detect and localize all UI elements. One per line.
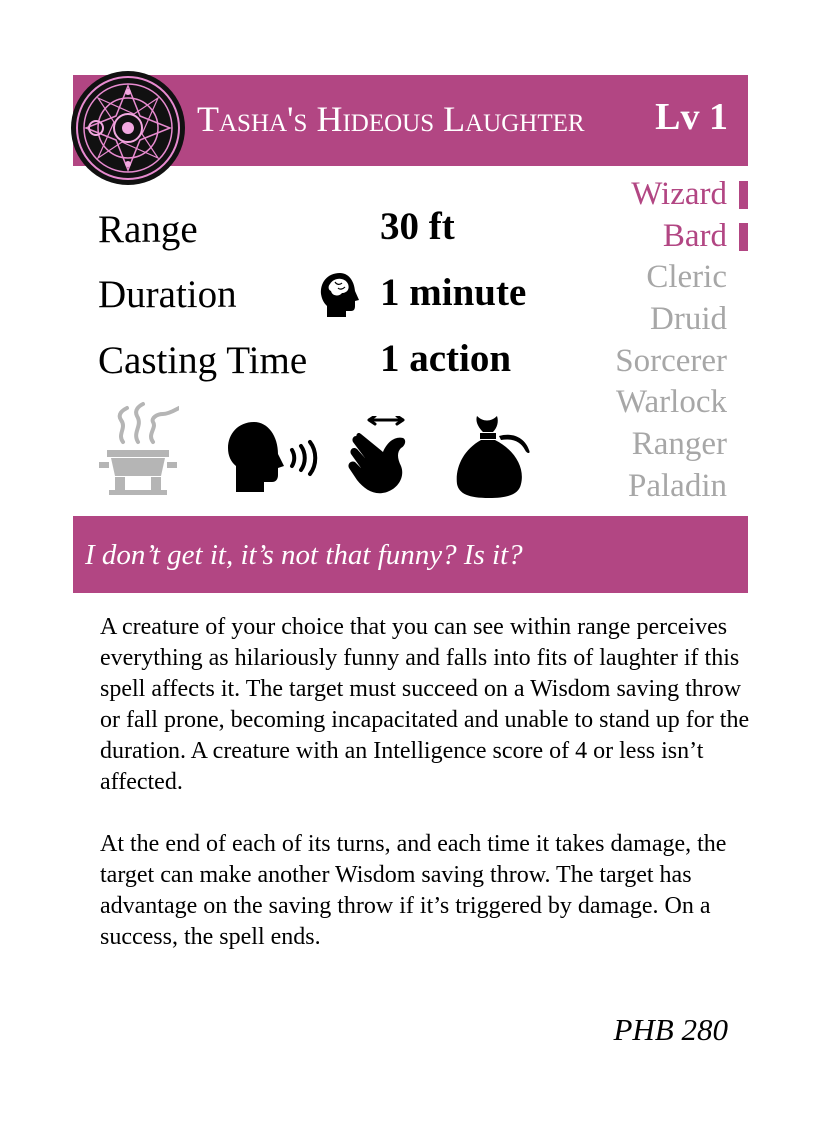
- somatic-hand-gesture-icon: [348, 416, 406, 494]
- class-cleric: Cleric: [646, 259, 727, 296]
- description-paragraph: At the end of each of its turns, and eac…: [100, 831, 727, 950]
- class-marker-bard: [739, 223, 748, 251]
- duration-label: Duration: [98, 273, 237, 316]
- description-paragraph: A creature of your choice that you can s…: [100, 614, 750, 795]
- range-label: Range: [98, 208, 198, 251]
- concentration-head-icon: [320, 273, 359, 317]
- class-paladin: Paladin: [628, 467, 727, 504]
- spell-name: Tasha's Hideous Laughter: [197, 99, 585, 139]
- ritual-brazier-icon: [99, 402, 179, 495]
- range-value: 30 ft: [380, 205, 455, 248]
- source-reference: PHB 280: [613, 1012, 728, 1047]
- flavor-text: I don’t get it, it’s not that funny? Is …: [85, 539, 523, 571]
- class-bard: Bard: [662, 217, 727, 254]
- class-wizard: Wizard: [631, 176, 727, 212]
- class-druid: Druid: [650, 301, 727, 338]
- class-ranger: Ranger: [631, 426, 727, 463]
- enchantment-school-emblem-icon: [71, 71, 185, 185]
- class-marker-wizard: [739, 181, 748, 209]
- spell-level: Lv 1: [655, 96, 728, 138]
- spell-description: A creature of your choice that you can s…: [100, 612, 760, 984]
- class-sorcerer: Sorcerer: [615, 342, 727, 379]
- class-list: Wizard Bard Cleric Druid Sorcerer Warloc…: [615, 174, 727, 508]
- duration-value: 1 minute: [380, 271, 527, 314]
- verbal-speaking-head-icon: [228, 422, 318, 492]
- class-warlock: Warlock: [616, 384, 727, 421]
- material-pouch-icon: [456, 416, 530, 498]
- casting-time-label: Casting Time: [98, 339, 308, 382]
- casting-time-value: 1 action: [380, 337, 512, 380]
